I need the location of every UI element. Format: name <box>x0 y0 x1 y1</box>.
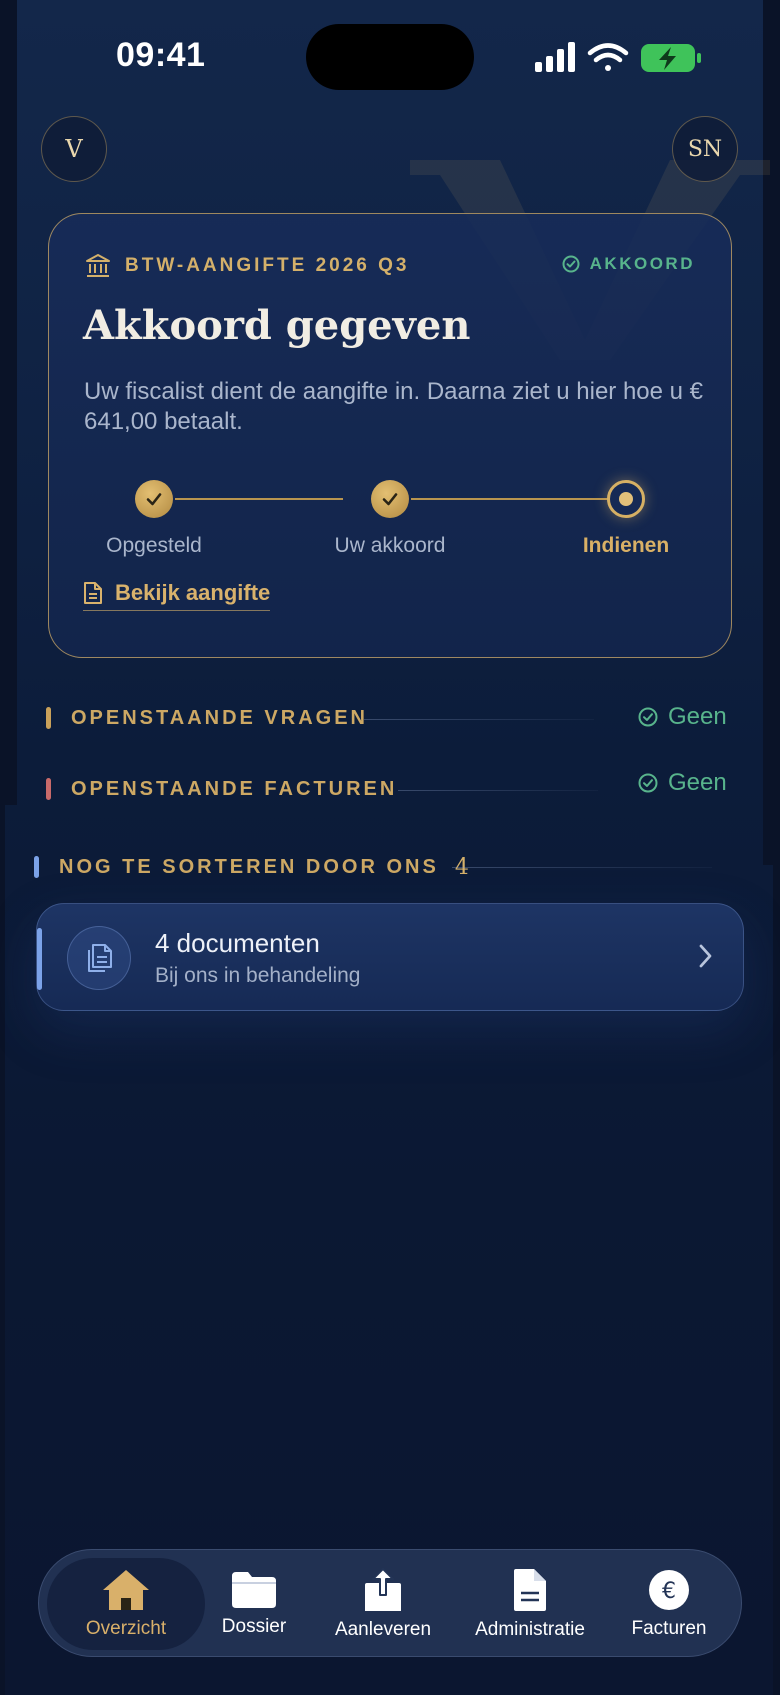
tab-label: Aanleveren <box>334 1619 432 1640</box>
document-icon <box>514 1569 546 1611</box>
check-circle-icon <box>638 707 658 727</box>
section-open-invoices: OPENSTAANDE FACTUREN <box>46 774 397 804</box>
chevron-right-icon <box>699 944 712 968</box>
avatar-initials: SN <box>687 136 723 162</box>
screen-edge <box>763 0 780 865</box>
step-label: Uw akkoord <box>334 534 446 557</box>
section-title: NOG TE SORTEREN DOOR ONS <box>59 855 439 878</box>
wifi-icon <box>587 43 629 71</box>
open-questions-status-label: Geen <box>668 703 727 730</box>
documents-card-accent <box>37 928 42 990</box>
section-open-questions: OPENSTAANDE VRAGEN <box>46 703 368 733</box>
check-circle-icon <box>638 773 658 793</box>
documents-stack-icon <box>88 944 112 972</box>
step-label: Opgesteld <box>106 534 202 557</box>
status-badge-label: AKKOORD <box>589 254 695 273</box>
status-icons <box>535 42 701 72</box>
step-current-indicator <box>607 480 645 518</box>
check-icon <box>382 493 398 506</box>
documents-card-title: 4 documenten <box>155 928 320 958</box>
tab-aanleveren[interactable]: Aanleveren <box>315 1550 451 1658</box>
folder-icon <box>232 1572 276 1608</box>
tab-label: Administratie <box>475 1619 585 1640</box>
open-invoices-status: Geen <box>638 769 727 797</box>
step-label-active: Indienen <box>582 534 670 557</box>
documents-card-subtitle: Bij ons in behandeling <box>155 964 361 987</box>
card-eyebrow-label: BTW-AANGIFTE 2026 Q3 <box>125 255 410 276</box>
bank-icon <box>86 254 110 277</box>
documents-card[interactable]: 4 documenten Bij ons in behandeling <box>36 903 744 1011</box>
dynamic-island <box>306 24 474 90</box>
logo-button[interactable]: V <box>41 116 107 182</box>
tab-dossier[interactable]: Dossier <box>199 1550 309 1658</box>
section-accent <box>46 707 51 729</box>
euro-icon: € <box>649 1570 689 1610</box>
step-done-indicator <box>371 480 409 518</box>
card-description: Uw fiscalist dient de aangifte in. Daarn… <box>84 378 704 435</box>
step-done-indicator <box>135 480 173 518</box>
signal-icon <box>535 42 575 72</box>
section-accent <box>46 778 51 800</box>
status-time: 09:41 <box>116 36 206 74</box>
view-return-link-label: Bekijk aangifte <box>115 580 271 605</box>
documents-icon-badge <box>67 926 131 990</box>
step-current-dot <box>619 492 633 506</box>
document-icon <box>84 582 102 604</box>
screen-edge <box>0 805 5 1695</box>
section-divider <box>452 867 712 868</box>
home-icon <box>103 1570 149 1610</box>
tab-overzicht[interactable]: Overzicht <box>47 1558 205 1650</box>
vat-return-card: BTW-AANGIFTE 2026 Q3 AKKOORD Akkoord geg… <box>48 213 732 658</box>
section-to-sort: NOG TE SORTEREN DOOR ONS 4 <box>34 852 469 882</box>
status-badge: AKKOORD <box>562 254 695 274</box>
progress-stepper: Opgesteld Uw akkoord Indienen <box>83 466 703 557</box>
tab-bar: Overzicht Dossier Aanleveren Administrat… <box>38 1549 742 1657</box>
tab-label: Overzicht <box>85 1618 167 1639</box>
upload-icon <box>365 1568 401 1611</box>
tab-administratie[interactable]: Administratie <box>455 1550 605 1658</box>
app-screen: 09:41 V SN BTW-AANGIFTE 2026 Q3 AKKOORD … <box>0 0 780 1695</box>
status-bar: 09:41 <box>0 0 780 110</box>
tab-label: Dossier <box>221 1616 287 1637</box>
view-return-link[interactable]: Bekijk aangifte <box>83 580 271 611</box>
card-title: Akkoord gegeven <box>83 302 471 349</box>
card-eyebrow: BTW-AANGIFTE 2026 Q3 <box>85 252 409 280</box>
section-accent <box>34 856 39 878</box>
section-title: OPENSTAANDE VRAGEN <box>71 706 368 729</box>
check-icon <box>146 493 162 506</box>
screen-edge <box>773 865 780 1695</box>
logo-mark: V <box>65 135 83 163</box>
screen-edge <box>0 0 17 805</box>
section-divider <box>398 790 598 791</box>
section-title: OPENSTAANDE FACTUREN <box>71 777 398 800</box>
check-circle-icon <box>562 255 580 273</box>
open-invoices-status-label: Geen <box>668 769 727 796</box>
step-connector <box>175 498 343 500</box>
open-questions-status: Geen <box>638 703 727 731</box>
step-connector <box>411 498 611 500</box>
tab-facturen[interactable]: € Facturen <box>609 1550 729 1658</box>
tab-label: Facturen <box>631 1618 707 1639</box>
avatar[interactable]: SN <box>672 116 738 182</box>
battery-icon <box>641 44 701 72</box>
svg-text:€: € <box>662 1579 676 1604</box>
section-divider <box>364 719 594 720</box>
